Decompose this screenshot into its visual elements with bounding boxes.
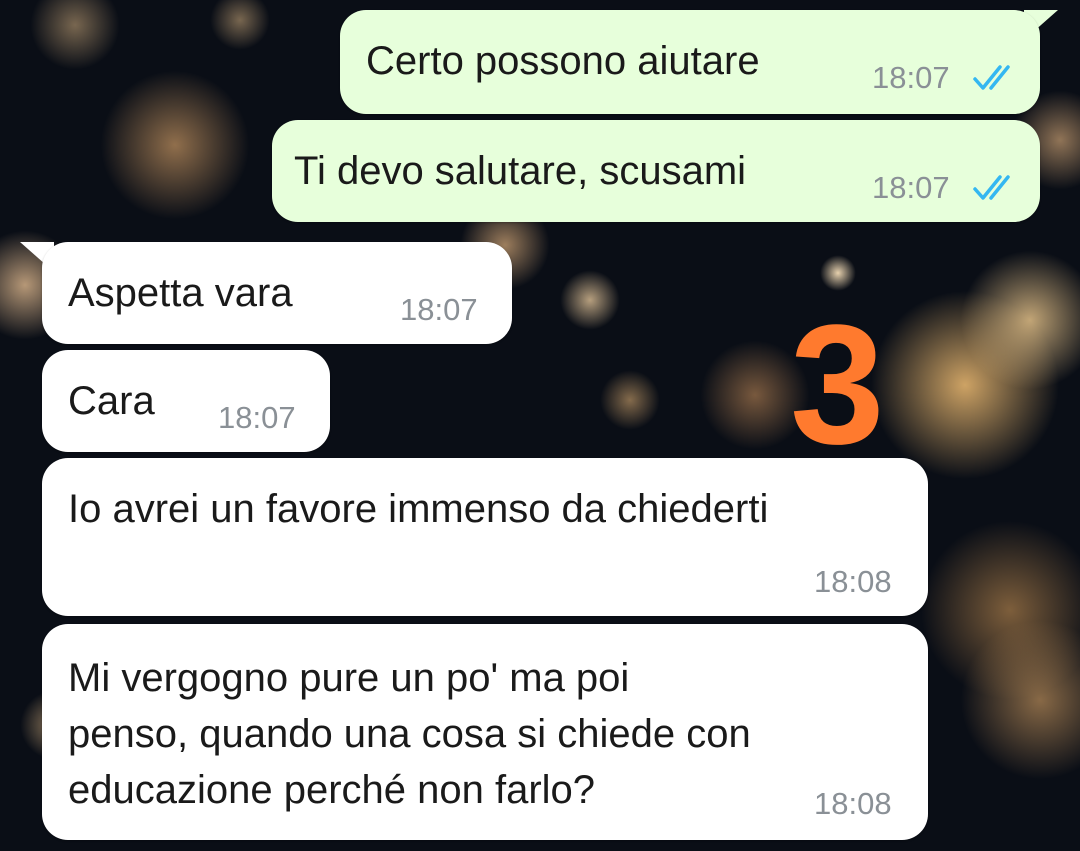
message-text: Mi vergogno pure un po' ma poi penso, qu…: [68, 656, 751, 812]
annotation-number: 3: [790, 290, 885, 480]
message-text: Certo possono aiutare: [366, 39, 760, 83]
message-text: Aspetta vara: [68, 271, 293, 315]
message-timestamp: 18:08: [814, 564, 892, 599]
message-text: Io avrei un favore immenso da chiederti: [68, 487, 769, 531]
outgoing-message-bubble[interactable]: Ti devo salutare, scusami 18:07: [272, 120, 1040, 222]
incoming-message-bubble[interactable]: Aspetta vara 18:07: [42, 242, 512, 344]
double-check-icon: [973, 175, 1010, 200]
message-timestamp: 18:07: [400, 292, 478, 327]
incoming-message-bubble[interactable]: Io avrei un favore immenso da chiederti …: [42, 458, 928, 616]
incoming-message-bubble[interactable]: Mi vergogno pure un po' ma poi penso, qu…: [42, 624, 928, 840]
incoming-message-bubble[interactable]: Cara 18:07: [42, 350, 330, 452]
message-timestamp: 18:08: [814, 786, 892, 821]
message-timestamp: 18:07: [218, 400, 296, 435]
message-text: Cara: [68, 379, 155, 423]
outgoing-message-bubble[interactable]: Certo possono aiutare 18:07: [340, 10, 1040, 114]
double-check-icon: [973, 65, 1010, 90]
message-text: Ti devo salutare, scusami: [294, 149, 747, 193]
message-timestamp: 18:07: [872, 170, 950, 205]
message-timestamp: 18:07: [872, 60, 950, 95]
